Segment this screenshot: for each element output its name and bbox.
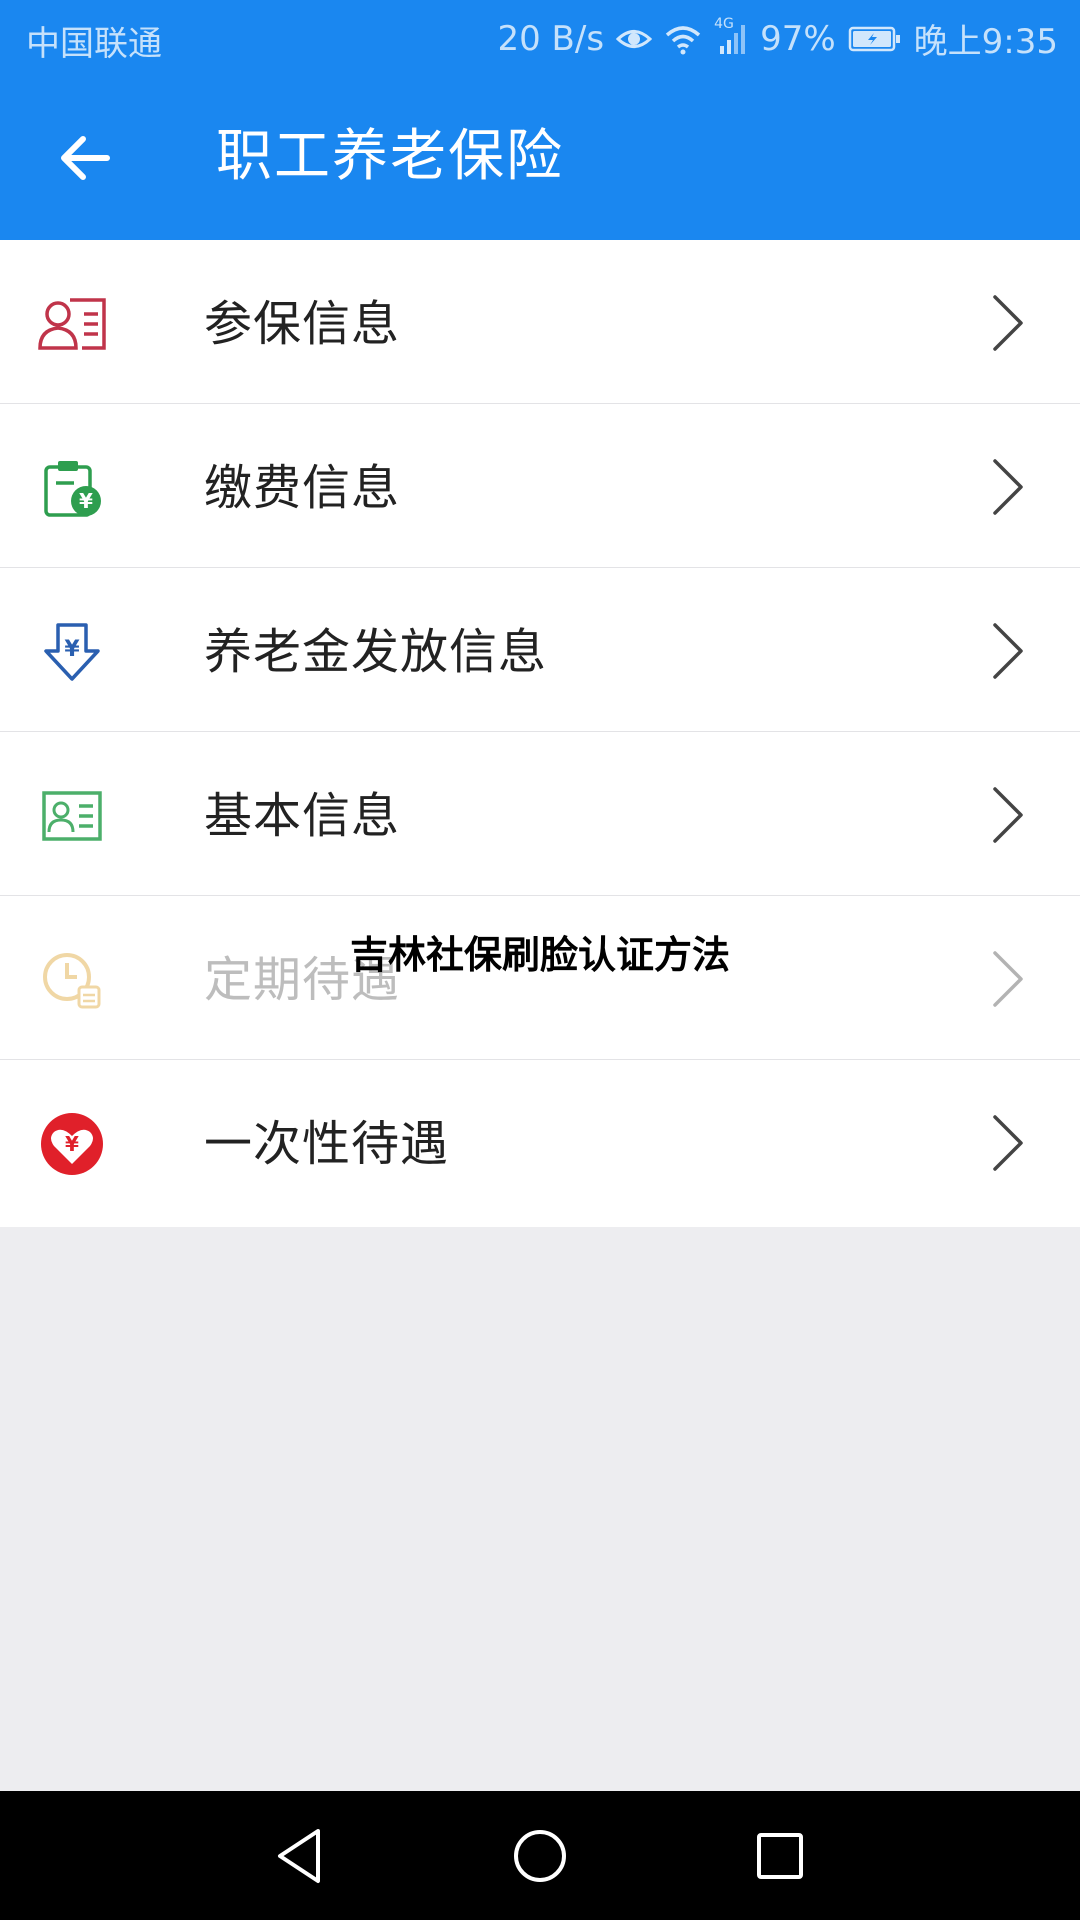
- menu-label: 参保信息: [204, 296, 401, 352]
- clock: 晚上9:35: [913, 22, 1058, 62]
- chevron-right-icon: [993, 1115, 1023, 1171]
- svg-text:¥: ¥: [65, 1132, 79, 1156]
- id-card-icon: [36, 780, 108, 852]
- screen: 中国联通 20 B/s 4G 97% 晚上9:35 职工养老保险 参保信息 ¥ …: [0, 0, 1080, 1920]
- menu-item-enrollment-info[interactable]: 参保信息: [0, 240, 1080, 404]
- chevron-right-icon: [993, 787, 1023, 843]
- chevron-right-icon: [993, 459, 1023, 515]
- recents-square-icon[interactable]: [745, 1821, 815, 1891]
- battery-charging-icon: [848, 25, 902, 53]
- menu-label: 缴费信息: [204, 460, 401, 516]
- overlay-caption: 吉林社保刷脸认证方法: [349, 933, 730, 977]
- menu-label: 一次性待遇: [204, 1116, 450, 1172]
- system-nav-bar: [0, 1791, 1080, 1920]
- arrow-left-icon: [61, 136, 110, 180]
- menu-label: 基本信息: [204, 788, 401, 844]
- person-card-icon: [36, 288, 108, 360]
- menu-list: 参保信息 ¥ 缴费信息 ¥ 养老金发放信息 基本信息 定期待遇 ¥ 一次性待遇: [0, 240, 1080, 1227]
- cellular-signal-icon: 4G: [714, 16, 748, 56]
- menu-item-basic-info[interactable]: 基本信息: [0, 732, 1080, 896]
- yen-download-icon: ¥: [36, 616, 108, 688]
- chevron-right-icon: [993, 295, 1023, 351]
- header: 中国联通 20 B/s 4G 97% 晚上9:35 职工养老保险: [0, 0, 1080, 240]
- back-triangle-icon[interactable]: [266, 1821, 336, 1891]
- svg-text:¥: ¥: [79, 489, 93, 513]
- back-button[interactable]: [50, 126, 120, 190]
- heart-yen-icon: ¥: [36, 1108, 108, 1180]
- svg-text:¥: ¥: [64, 637, 80, 662]
- home-circle-icon[interactable]: [505, 1821, 575, 1891]
- battery-percent: 97%: [760, 18, 836, 59]
- status-indicators: 20 B/s 4G 97% 晚上9:35: [497, 14, 1058, 63]
- menu-label: 养老金发放信息: [204, 624, 548, 680]
- chevron-right-icon: [993, 623, 1023, 679]
- eye-comfort-icon: [616, 24, 653, 54]
- net-speed: 20 B/s: [497, 18, 605, 59]
- menu-item-one-time-benefits[interactable]: ¥ 一次性待遇: [0, 1060, 1080, 1224]
- status-bar: 中国联通 20 B/s 4G 97% 晚上9:35: [0, 0, 1080, 76]
- app-bar: 职工养老保险: [0, 76, 1080, 240]
- page-title: 职工养老保险: [216, 124, 564, 189]
- menu-item-pension-payout-info[interactable]: ¥ 养老金发放信息: [0, 568, 1080, 732]
- carrier-label: 中国联通: [26, 24, 162, 64]
- network-type: 4G: [714, 15, 734, 32]
- clipboard-yen-icon: ¥: [36, 452, 108, 524]
- wifi-icon: [664, 23, 702, 55]
- menu-item-payment-info[interactable]: ¥ 缴费信息: [0, 404, 1080, 568]
